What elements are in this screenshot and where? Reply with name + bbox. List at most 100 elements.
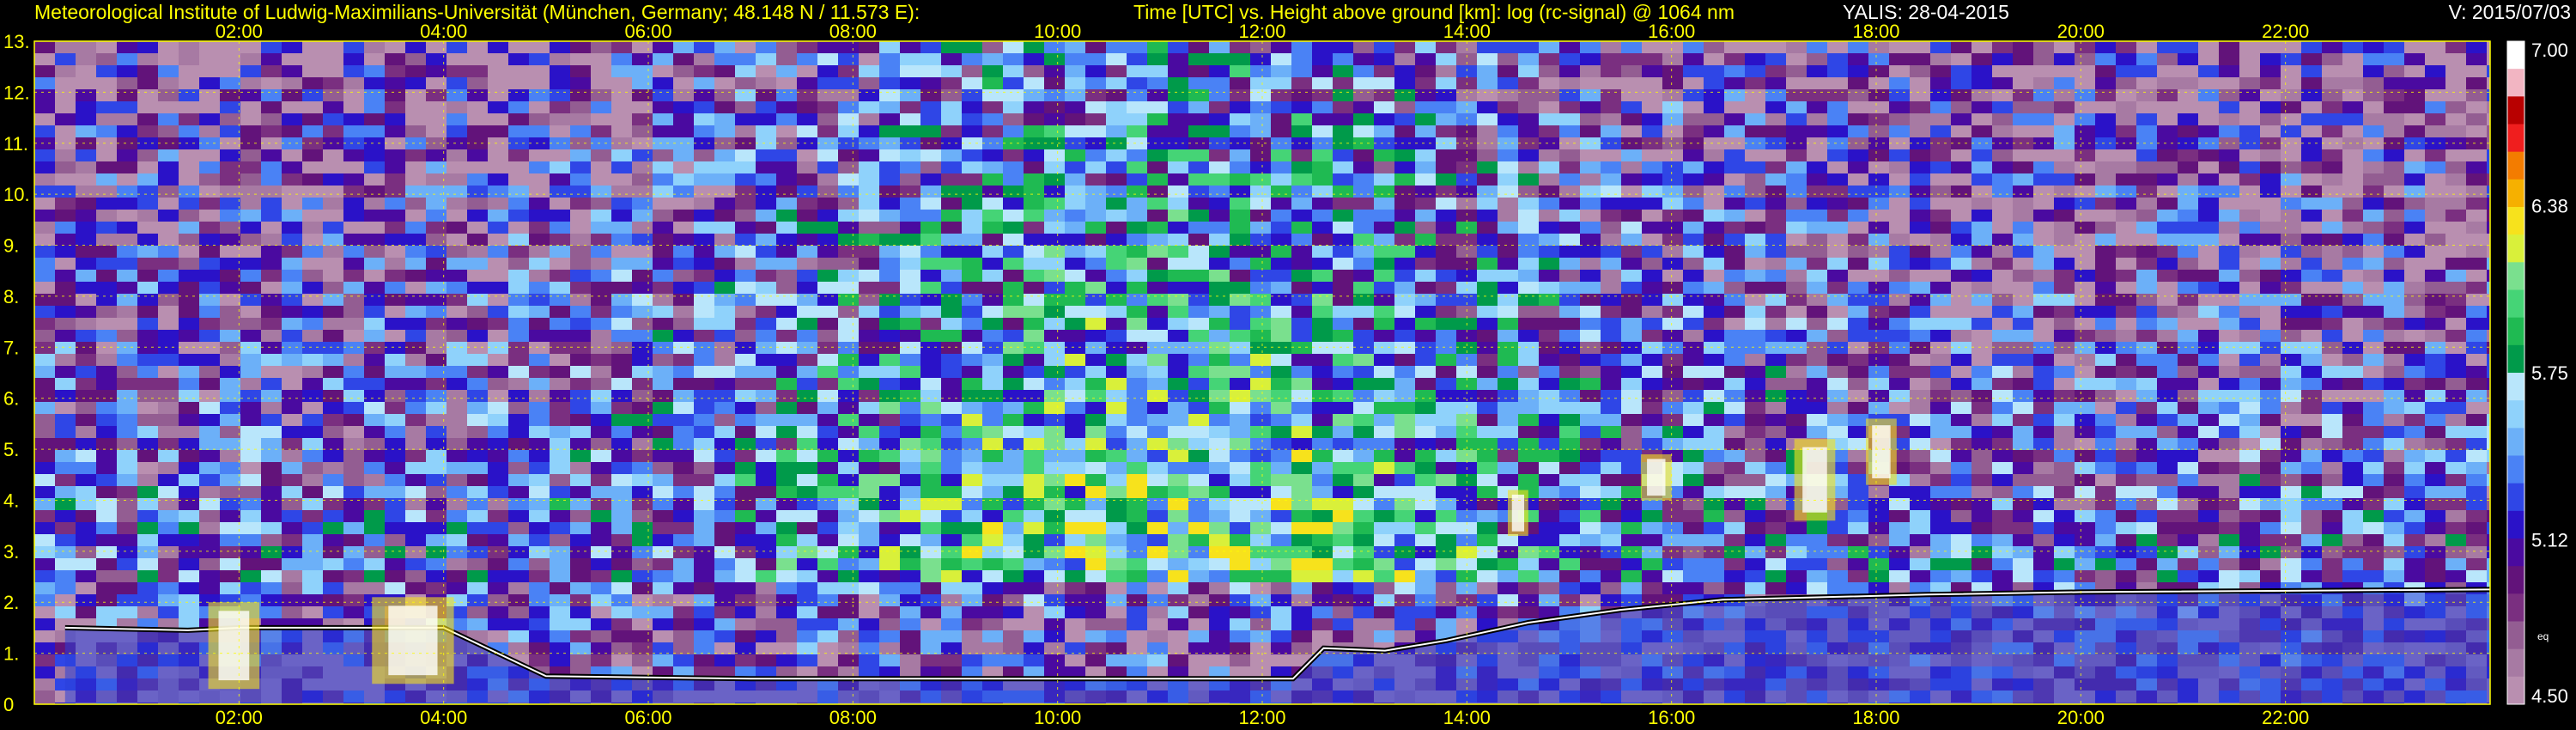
heatmap-cell — [529, 306, 550, 318]
heatmap-cell — [220, 161, 240, 173]
heatmap-cell — [1127, 161, 1147, 173]
heatmap-cell — [261, 186, 282, 198]
heatmap-cell — [941, 65, 962, 77]
heatmap-cell — [1477, 318, 1498, 330]
heatmap-cell — [343, 546, 364, 558]
heatmap-cell — [920, 330, 941, 342]
heatmap-cell — [405, 462, 426, 474]
heatmap-cell — [508, 450, 529, 462]
heatmap-cell — [1065, 414, 1085, 426]
heatmap-cell — [220, 522, 240, 534]
heatmap-cell — [941, 474, 962, 486]
heatmap-cell — [982, 137, 1003, 149]
heatmap-cell — [1353, 101, 1374, 113]
heatmap-cell — [776, 282, 797, 294]
heatmap-cell — [1291, 630, 1312, 642]
heatmap-cell — [1642, 558, 1662, 570]
heatmap-cell — [529, 113, 550, 125]
heatmap-cell — [859, 77, 879, 89]
heatmap-cell — [838, 606, 859, 618]
heatmap-cell — [1745, 101, 1765, 113]
heatmap-cell — [838, 390, 859, 402]
heatmap-cell — [447, 306, 467, 318]
heatmap-cell — [1848, 89, 1868, 101]
heatmap-cell — [550, 342, 570, 354]
heatmap-cell — [1127, 426, 1147, 438]
heatmap-cell — [1147, 330, 1168, 342]
heatmap-cell — [1065, 522, 1085, 534]
heatmap-cell — [55, 173, 76, 186]
heatmap-cell — [879, 354, 900, 366]
heatmap-cell — [756, 546, 776, 558]
heatmap-cell — [1188, 534, 1209, 546]
heatmap-cell — [76, 330, 96, 342]
heatmap-cell — [405, 318, 426, 330]
heatmap-cell — [550, 246, 570, 258]
heatmap-cell — [364, 137, 385, 149]
heatmap-cell — [96, 89, 117, 101]
heatmap-cell — [1827, 113, 1848, 125]
heatmap-cell — [1291, 510, 1312, 522]
heatmap-cell — [1106, 474, 1127, 486]
heatmap-cell — [117, 414, 137, 426]
heatmap-cell — [1065, 462, 1085, 474]
heatmap-cell — [1477, 258, 1498, 270]
heatmap-cell — [1580, 570, 1601, 582]
heatmap-cell — [488, 426, 508, 438]
heatmap-cell — [1662, 570, 1683, 582]
heatmap-cell — [55, 125, 76, 137]
heatmap-cell — [632, 498, 653, 510]
heatmap-cell — [982, 246, 1003, 258]
heatmap-cell — [694, 149, 714, 161]
heatmap-cell — [508, 306, 529, 318]
heatmap-cell — [488, 498, 508, 510]
heatmap-cell — [1559, 438, 1580, 450]
heatmap-cell — [488, 210, 508, 222]
heatmap-cell — [1291, 390, 1312, 402]
heatmap-cell — [137, 414, 158, 426]
heatmap-cell — [1498, 270, 1518, 282]
heatmap-cell — [879, 402, 900, 414]
heatmap-cell — [1621, 89, 1642, 101]
heatmap-cell — [550, 570, 570, 582]
heatmap-cell — [405, 210, 426, 222]
heatmap-cell — [941, 113, 962, 125]
heatmap-cell — [735, 101, 756, 113]
heatmap-cell — [1477, 149, 1498, 161]
heatmap-cell — [282, 125, 302, 137]
heatmap-cell — [1044, 330, 1065, 342]
heatmap-cell — [1765, 246, 1786, 258]
heatmap-cell — [1621, 546, 1642, 558]
heatmap-cell — [220, 210, 240, 222]
heatmap-cell — [158, 161, 179, 173]
heatmap-cell — [632, 149, 653, 161]
heatmap-cell — [1271, 137, 1291, 149]
heatmap-cell — [1312, 186, 1333, 198]
heatmap-cell — [1601, 390, 1621, 402]
heatmap-cell — [1230, 210, 1250, 222]
heatmap-cell — [1848, 582, 1868, 594]
heatmap-cell — [756, 270, 776, 282]
heatmap-cell — [282, 366, 302, 378]
heatmap-cell — [1374, 546, 1394, 558]
heatmap-cell — [261, 246, 282, 258]
heatmap-cell — [179, 558, 199, 570]
heatmap-cell — [1807, 282, 1827, 294]
heatmap-cell — [1374, 258, 1394, 270]
heatmap-cell — [1539, 125, 1559, 137]
heatmap-cell — [1601, 570, 1621, 582]
heatmap-cell — [694, 294, 714, 306]
heatmap-cell — [632, 137, 653, 149]
heatmap-cell — [364, 294, 385, 306]
heatmap-cell — [1065, 306, 1085, 318]
heatmap-cell — [508, 378, 529, 390]
heatmap-cell — [385, 65, 405, 77]
heatmap-cell — [282, 270, 302, 282]
heatmap-cell — [920, 522, 941, 534]
heatmap-cell — [282, 282, 302, 294]
heatmap-cell — [343, 366, 364, 378]
heatmap-cell — [632, 210, 653, 222]
heatmap-cell — [1374, 558, 1394, 570]
heatmap-cell — [282, 414, 302, 426]
heatmap-cell — [797, 366, 817, 378]
